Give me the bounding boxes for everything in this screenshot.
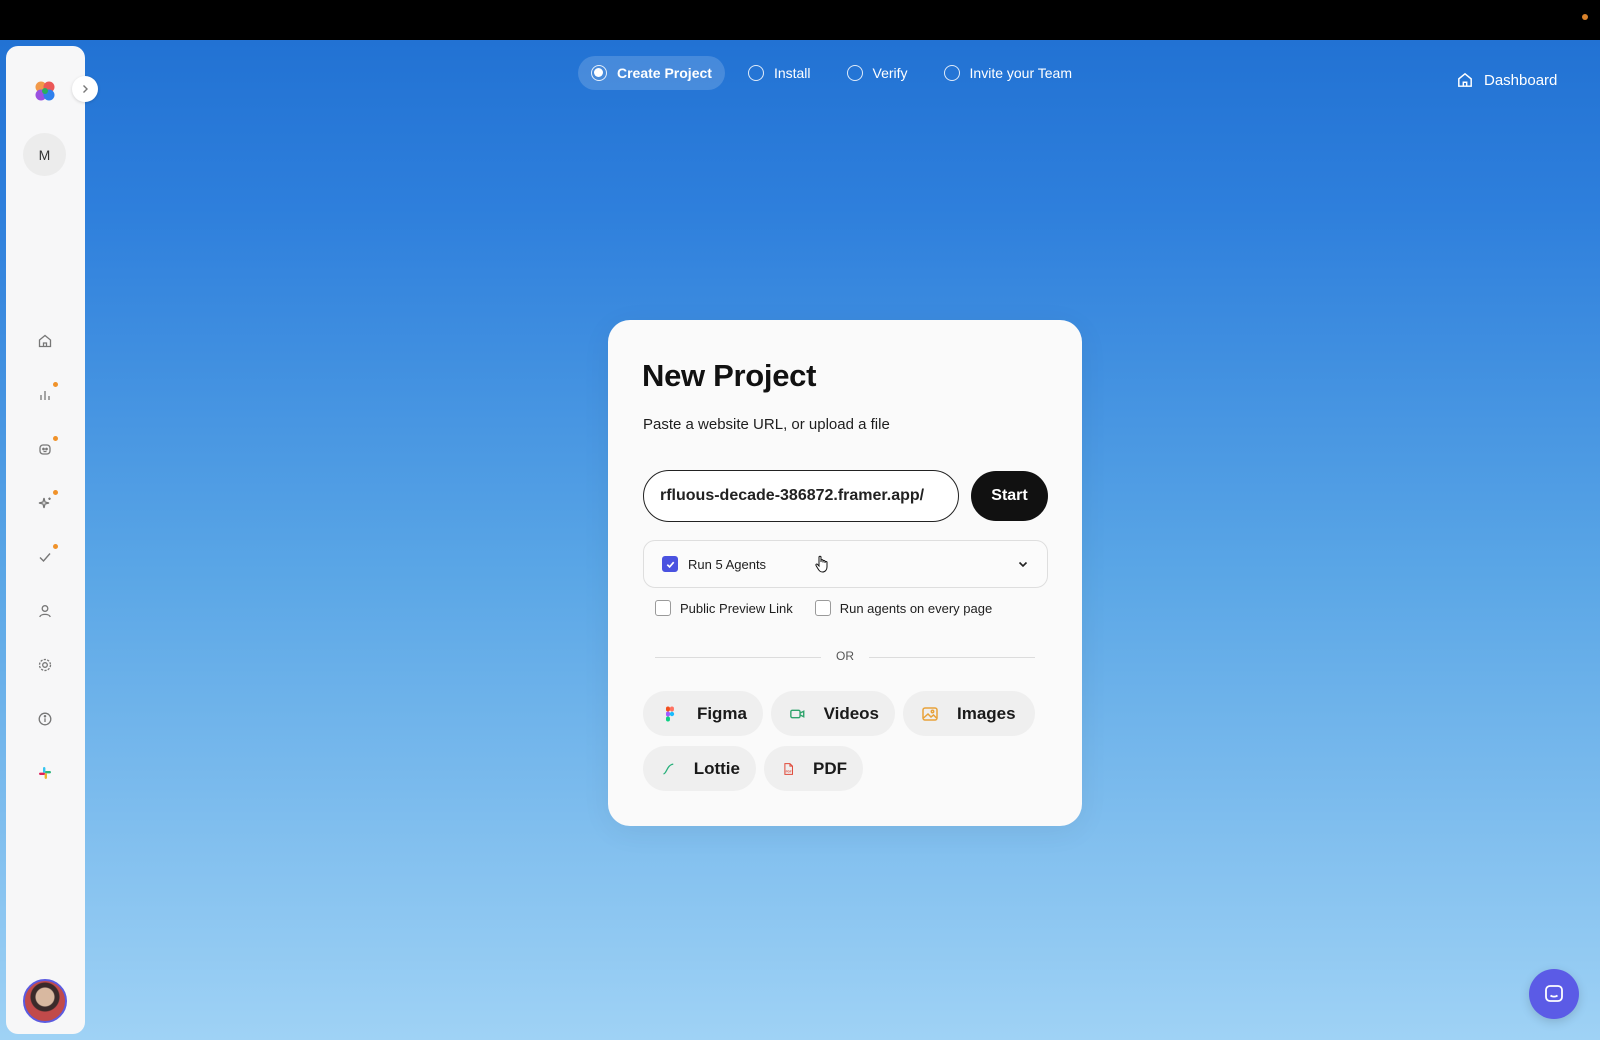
or-divider: OR [655,649,1035,663]
bar-chart-icon [40,391,50,400]
chevron-down-icon[interactable] [1017,558,1029,570]
sidebar-item-home[interactable] [30,326,60,356]
checkmark-icon [666,561,674,568]
status-dot [1582,14,1588,20]
app-logo-icon[interactable] [30,76,60,106]
sidebar-item-agents[interactable] [30,434,60,464]
run-every-page-checkbox[interactable] [814,600,831,616]
system-top-bar [0,0,1600,40]
home-icon [38,334,52,348]
video-icon [790,709,805,718]
slack-icon [39,767,51,779]
sidebar-item-users[interactable] [30,596,60,626]
sidebar-item-slack[interactable] [30,758,60,788]
chip-label: PDF [813,758,847,778]
step-invite-team[interactable]: Invite your Team [931,56,1085,90]
chip-label: Videos [823,703,879,723]
check-icon [39,553,51,563]
sidebar-item-analytics[interactable] [30,380,60,410]
agents-label: Run 5 Agents [688,556,767,572]
user-avatar[interactable] [23,979,67,1023]
step-label: Invite your Team [969,65,1072,81]
svg-text:PDF: PDF [786,769,792,773]
option-label: Public Preview Link [680,600,793,616]
notification-dot [53,544,58,549]
sidebar-collapse-button[interactable] [72,76,98,102]
public-preview-checkbox[interactable] [655,600,671,616]
run-agents-checkbox[interactable] [662,556,678,572]
sidebar-item-info[interactable] [30,704,60,734]
dashboard-label: Dashboard [1484,71,1558,89]
progress-steps: Create Project Install Verify Invite you… [578,56,1085,90]
workspace-avatar[interactable]: M [23,133,66,176]
divider-text: OR [836,649,854,663]
card-title: New Project [642,358,817,393]
run-every-page-option[interactable]: Run agents on every page [814,600,993,616]
notification-dot [53,382,58,387]
pdf-icon: PDF [784,762,793,775]
step-radio-icon [591,65,607,81]
start-button[interactable]: Start [971,471,1048,521]
card-subtitle: Paste a website URL, or upload a file [643,416,890,433]
sidebar-item-settings[interactable] [30,650,60,680]
new-project-card: New Project Paste a website URL, or uplo… [608,320,1082,826]
sidebar: M [6,46,85,1034]
info-icon [38,712,52,726]
sparkles-icon [38,497,51,509]
options-row: Public Preview Link Run agents on every … [655,600,992,616]
hand-cursor-icon [815,555,828,573]
public-preview-option[interactable]: Public Preview Link [655,600,793,616]
step-label: Install [773,65,811,81]
agents-dropdown[interactable]: Run 5 Agents [643,540,1048,588]
image-icon [922,706,938,721]
step-radio-icon [747,65,764,81]
lottie-button[interactable]: Lottie [643,746,756,791]
step-create-project[interactable]: Create Project [578,56,725,90]
step-install[interactable]: Install [735,56,824,90]
url-input[interactable] [643,470,959,522]
gear-icon [38,658,52,672]
step-radio-icon [943,65,960,81]
chat-support-button[interactable] [1529,969,1579,1019]
chip-label: Lottie [693,758,740,778]
user-icon [39,605,51,618]
chip-label: Figma [696,703,747,723]
chip-label: Images [957,703,1016,723]
dashboard-link[interactable]: Dashboard [1456,68,1557,92]
notification-dot [53,436,58,441]
pdf-button[interactable]: PDF PDF [764,746,863,791]
lottie-icon [663,762,674,775]
step-radio-icon [846,65,863,81]
videos-button[interactable]: Videos [771,691,895,736]
option-label: Run agents on every page [839,600,993,616]
bot-icon [39,444,51,455]
notification-dot [53,490,58,495]
step-label: Verify [872,65,908,81]
sidebar-item-tasks[interactable] [30,542,60,572]
sidebar-item-ai[interactable] [30,488,60,518]
images-button[interactable]: Images [903,691,1035,736]
home-icon [1458,72,1472,87]
figma-button[interactable]: Figma [643,691,763,736]
chevron-right-icon [83,85,88,93]
step-label: Create Project [617,65,712,81]
figma-icon [665,706,675,721]
step-verify[interactable]: Verify [834,56,921,90]
chat-icon [1545,985,1563,1002]
